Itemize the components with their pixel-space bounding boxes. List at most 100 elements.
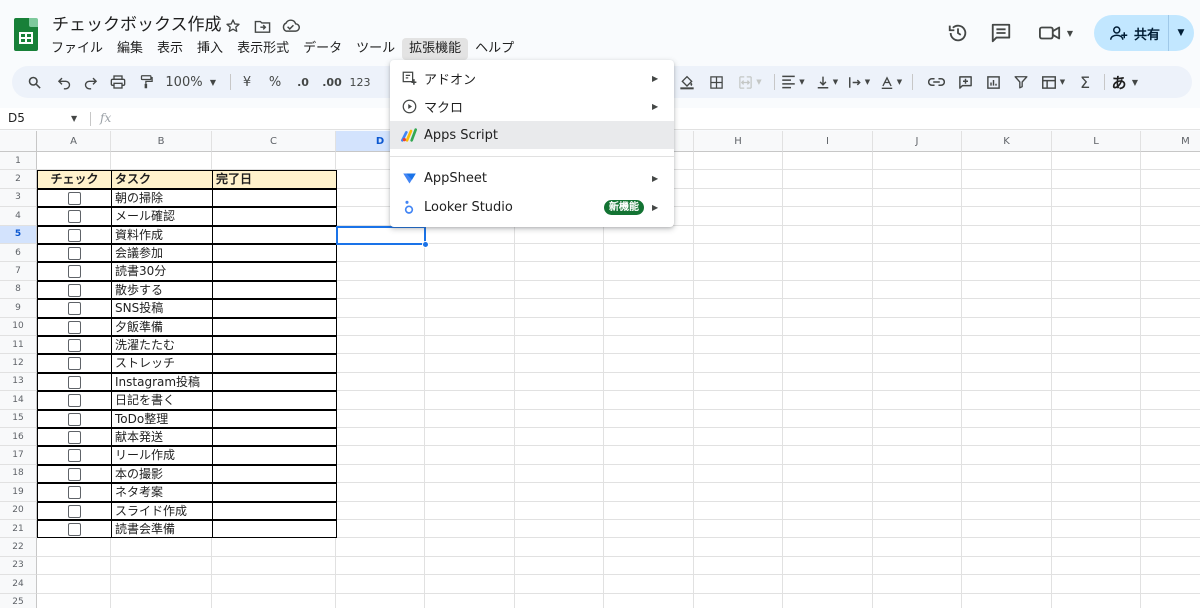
sheets-logo-icon[interactable] <box>14 18 38 51</box>
task-cell[interactable]: 朝の掃除 <box>111 188 213 208</box>
checkbox[interactable] <box>68 523 81 536</box>
menu-tools[interactable]: ツール <box>349 38 402 60</box>
checkbox[interactable] <box>68 283 81 297</box>
checkbox-cell[interactable] <box>37 244 112 263</box>
zoom-value[interactable]: 100% <box>164 66 204 98</box>
task-cell[interactable]: 散歩する <box>111 280 213 300</box>
checkbox[interactable] <box>68 302 81 316</box>
checkbox-cell[interactable] <box>37 262 112 281</box>
done-date-cell[interactable] <box>212 244 337 263</box>
horizontal-align-icon[interactable]: ▼ <box>778 66 808 98</box>
merge-cells-icon[interactable]: ▼ <box>733 66 767 98</box>
checkbox[interactable] <box>68 320 81 334</box>
checkbox-cell[interactable] <box>37 391 112 410</box>
cloud-saved-icon[interactable] <box>279 15 301 37</box>
row-header[interactable]: 6 <box>0 244 37 263</box>
done-date-cell[interactable] <box>212 280 337 300</box>
percent-format-button[interactable]: % <box>264 66 286 98</box>
task-cell[interactable]: リール作成 <box>111 446 213 465</box>
fill-handle[interactable] <box>422 241 429 248</box>
done-date-cell[interactable] <box>212 409 337 428</box>
done-date-cell[interactable] <box>212 428 337 447</box>
task-cell[interactable]: 夕飯準備 <box>111 317 213 336</box>
row-header[interactable]: 21 <box>0 520 37 539</box>
functions-icon[interactable]: Σ <box>1074 66 1096 98</box>
done-date-cell[interactable] <box>212 483 337 502</box>
task-cell[interactable]: SNS投稿 <box>111 299 213 318</box>
undo-icon[interactable] <box>52 66 76 98</box>
text-wrapping-icon[interactable]: ▼ <box>844 66 874 98</box>
menu-data[interactable]: データ <box>296 38 349 60</box>
version-history-icon[interactable] <box>945 20 971 46</box>
menu-file[interactable]: ファイル <box>44 38 110 60</box>
task-cell[interactable]: 日記を書く <box>111 391 213 410</box>
checkbox-cell[interactable] <box>37 372 112 392</box>
checkbox[interactable] <box>68 228 81 242</box>
paint-format-icon[interactable] <box>134 66 158 98</box>
share-button[interactable]: 共有 ▼ <box>1094 15 1194 51</box>
task-cell[interactable]: ネタ考案 <box>111 483 213 502</box>
done-date-cell[interactable] <box>212 262 337 281</box>
menu-item-apps-script[interactable]: Apps Script <box>390 121 674 149</box>
filter-icon[interactable] <box>1009 66 1033 98</box>
done-date-cell[interactable] <box>212 299 337 318</box>
row-header[interactable]: 13 <box>0 372 37 392</box>
row-header[interactable]: 10 <box>0 317 37 336</box>
checkbox[interactable] <box>68 412 81 426</box>
row-header[interactable]: 18 <box>0 464 37 484</box>
checkbox-cell[interactable] <box>37 225 112 244</box>
task-cell[interactable]: 読書30分 <box>111 262 213 281</box>
row-header[interactable]: 11 <box>0 336 37 355</box>
checkbox[interactable] <box>68 357 81 371</box>
column-header[interactable]: K <box>962 131 1052 152</box>
row-header[interactable]: 15 <box>0 409 37 428</box>
task-cell[interactable]: ToDo整理 <box>111 409 213 428</box>
checkbox[interactable] <box>68 339 81 352</box>
row-header[interactable]: 12 <box>0 354 37 373</box>
done-date-cell[interactable] <box>212 336 337 355</box>
done-date-cell[interactable] <box>212 354 337 373</box>
checkbox-cell[interactable] <box>37 317 112 336</box>
task-cell[interactable]: メール確認 <box>111 207 213 226</box>
column-header[interactable]: H <box>694 131 783 152</box>
insert-comment-icon[interactable] <box>953 66 977 98</box>
menu-help[interactable]: ヘルプ <box>468 38 521 60</box>
column-header[interactable]: J <box>873 131 962 152</box>
checkbox[interactable] <box>68 486 81 500</box>
checkbox[interactable] <box>68 210 81 224</box>
checkbox[interactable] <box>68 431 81 444</box>
task-cell[interactable]: 読書会準備 <box>111 520 213 539</box>
task-cell[interactable]: 会議参加 <box>111 244 213 263</box>
row-header[interactable]: 8 <box>0 280 37 300</box>
column-header[interactable]: L <box>1052 131 1141 152</box>
header-cell-done-date[interactable]: 完了日 <box>212 170 337 189</box>
row-header[interactable]: 3 <box>0 188 37 208</box>
menu-view[interactable]: 表示 <box>150 38 190 60</box>
row-header[interactable]: 14 <box>0 391 37 410</box>
document-title[interactable]: チェックボックス作成 <box>52 14 222 36</box>
checkbox-cell[interactable] <box>37 428 112 447</box>
row-header[interactable]: 4 <box>0 207 37 226</box>
redo-icon[interactable] <box>78 66 102 98</box>
menu-insert[interactable]: 挿入 <box>190 38 230 60</box>
insert-chart-icon[interactable] <box>981 66 1005 98</box>
checkbox[interactable] <box>68 394 81 408</box>
checkbox-cell[interactable] <box>37 446 112 465</box>
done-date-cell[interactable] <box>212 520 337 539</box>
menu-item-addons[interactable]: アドオン ▶ <box>390 64 674 92</box>
task-cell[interactable]: スライド作成 <box>111 501 213 520</box>
header-cell-check[interactable]: チェック <box>37 170 112 189</box>
meet-icon[interactable]: ▼ <box>1036 20 1076 46</box>
column-header[interactable]: C <box>212 131 336 152</box>
select-all-corner[interactable] <box>0 131 37 152</box>
move-folder-icon[interactable] <box>251 15 273 37</box>
share-main[interactable]: 共有 <box>1094 15 1168 51</box>
row-header[interactable]: 2 <box>0 170 37 189</box>
row-header[interactable]: 22 <box>0 538 37 557</box>
done-date-cell[interactable] <box>212 372 337 392</box>
comments-icon[interactable] <box>988 20 1014 46</box>
done-date-cell[interactable] <box>212 188 337 208</box>
checkbox-cell[interactable] <box>37 280 112 300</box>
row-header[interactable]: 17 <box>0 446 37 465</box>
increase-decimal-button[interactable]: .00 <box>318 66 346 98</box>
